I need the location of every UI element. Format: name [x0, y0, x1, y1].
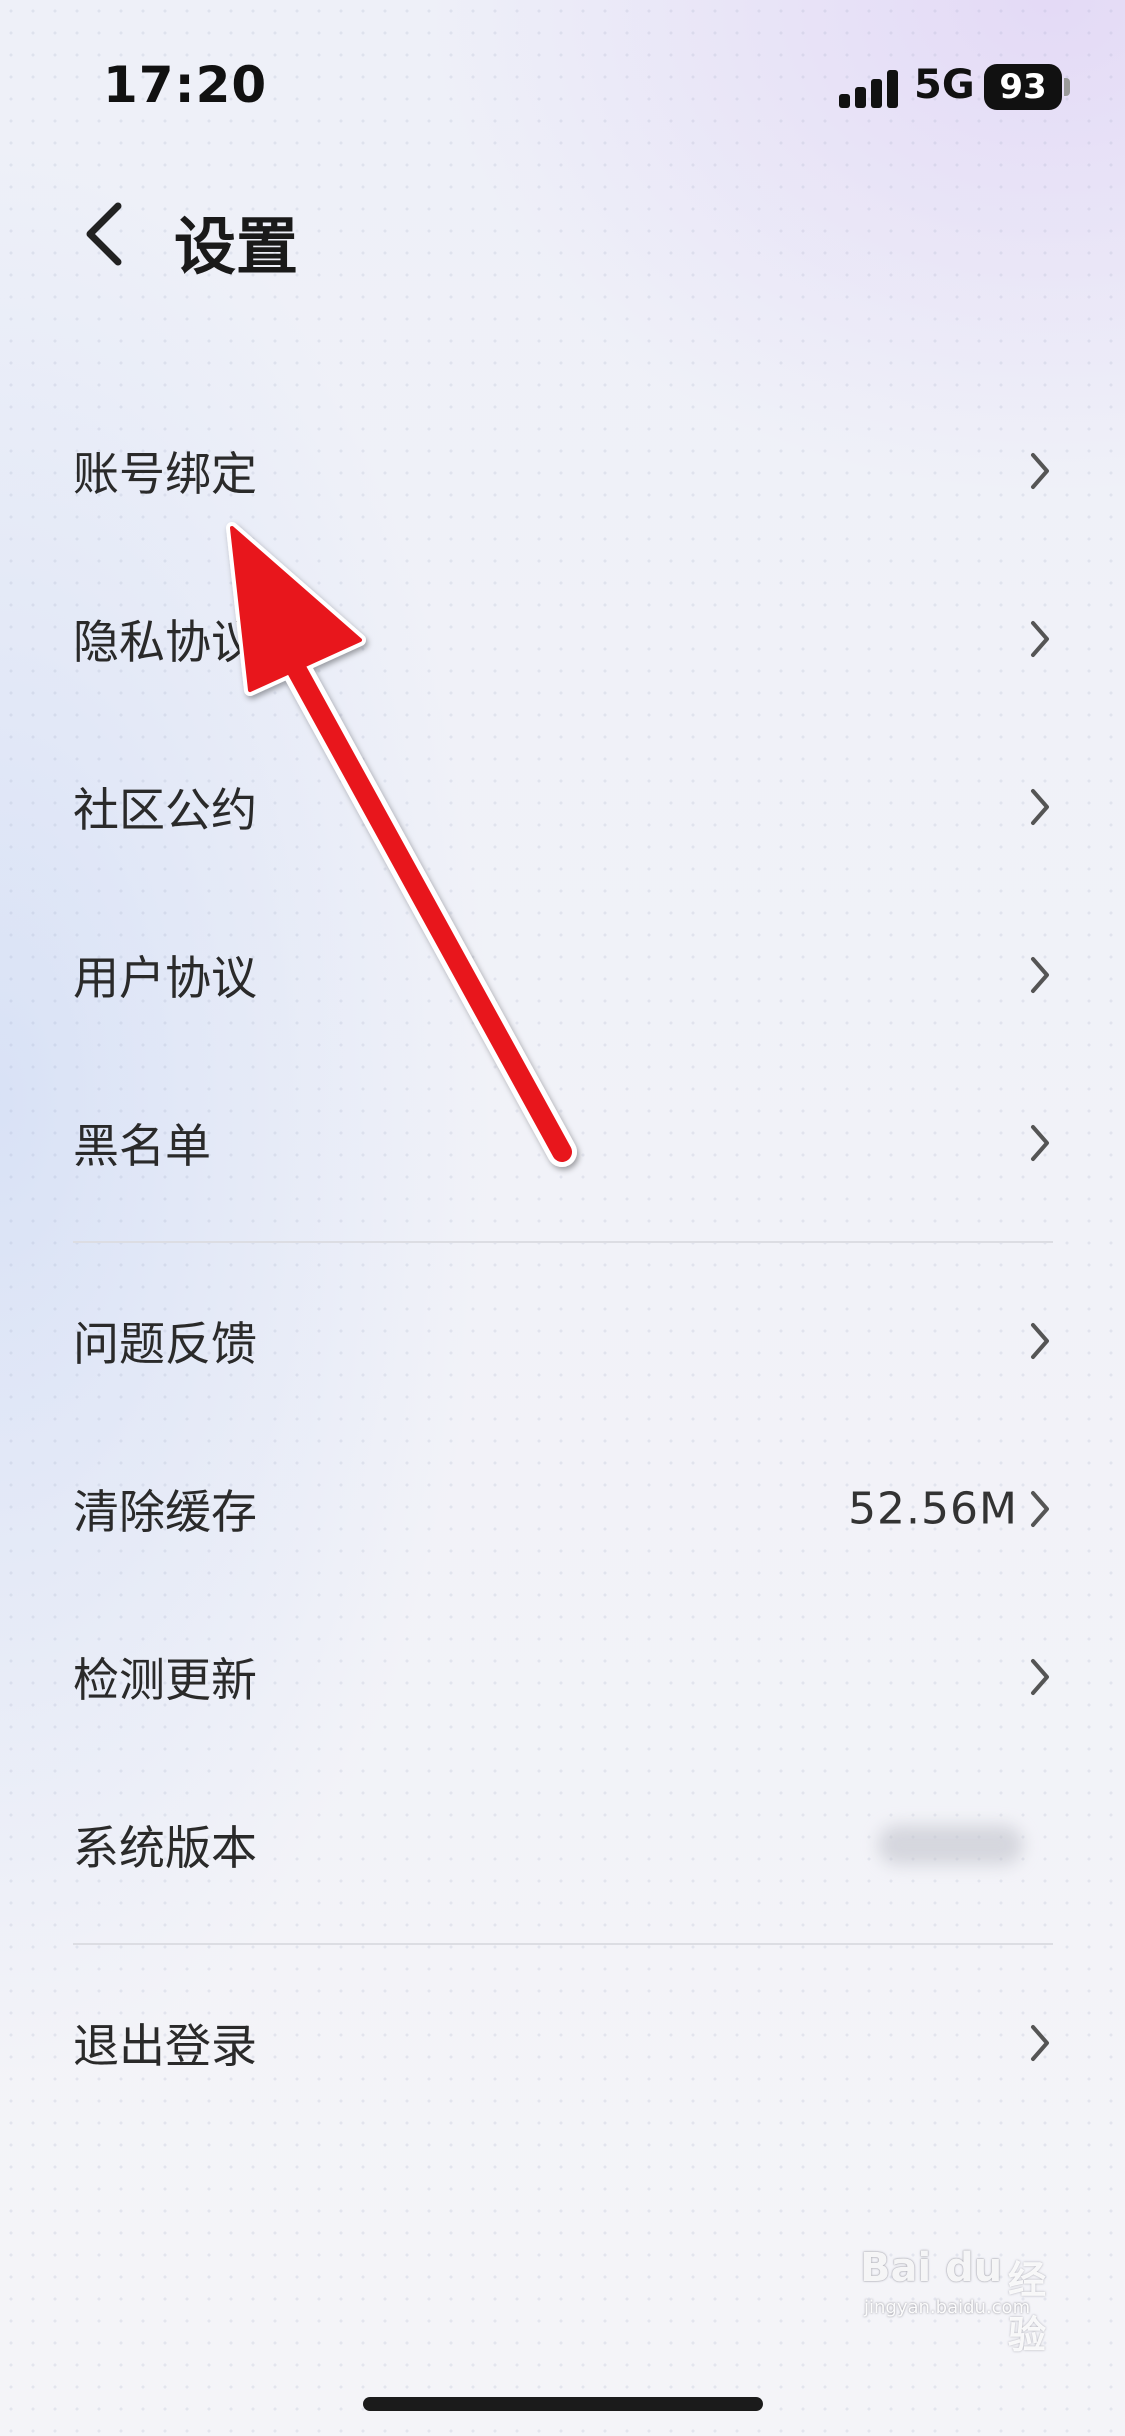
status-bar: 17:20 5G 93 — [0, 0, 1125, 180]
setting-privacy-policy[interactable]: 隐私协议 — [0, 564, 1125, 714]
setting-label: 清除缓存 — [73, 1485, 257, 1539]
section-divider — [73, 1241, 1053, 1243]
setting-user-agreement[interactable]: 用户协议 — [0, 900, 1125, 1050]
setting-clear-cache[interactable]: 清除缓存 52.56M — [0, 1434, 1125, 1584]
chevron-right-icon — [1031, 957, 1049, 993]
setting-label: 问题反馈 — [73, 1317, 257, 1371]
setting-label: 隐私协议 — [73, 615, 257, 669]
chevron-right-icon — [1031, 1323, 1049, 1359]
setting-label: 系统版本 — [73, 1821, 257, 1875]
setting-logout[interactable]: 退出登录 — [0, 1968, 1125, 2118]
chevron-right-icon — [1031, 789, 1049, 825]
back-button[interactable] — [78, 202, 138, 266]
setting-blacklist[interactable]: 黑名单 — [0, 1068, 1125, 1218]
setting-label: 黑名单 — [73, 1119, 211, 1173]
setting-account-binding[interactable]: 账号绑定 — [0, 396, 1125, 546]
chevron-right-icon — [1031, 1491, 1049, 1527]
section-divider — [73, 1943, 1053, 1945]
cellular-signal-icon — [839, 68, 899, 108]
setting-label: 社区公约 — [73, 783, 257, 837]
status-time: 17:20 — [103, 56, 268, 114]
setting-feedback[interactable]: 问题反馈 — [0, 1266, 1125, 1416]
home-indicator[interactable] — [363, 2397, 763, 2411]
chevron-left-icon — [86, 202, 122, 266]
chevron-right-icon — [1031, 1659, 1049, 1695]
battery-icon: 93 — [984, 64, 1062, 110]
version-value-blurred — [878, 1825, 1023, 1865]
chevron-right-icon — [1031, 1125, 1049, 1161]
setting-check-update[interactable]: 检测更新 — [0, 1602, 1125, 1752]
setting-label: 退出登录 — [73, 2019, 257, 2073]
chevron-right-icon — [1031, 621, 1049, 657]
setting-system-version: 系统版本 — [0, 1770, 1125, 1920]
watermark-brand: Bai du — [860, 2245, 1003, 2291]
setting-label: 用户协议 — [73, 951, 257, 1005]
watermark-url: jingyan.baidu.com — [864, 2297, 1031, 2318]
cache-size: 52.56M — [848, 1483, 1018, 1535]
battery-tip — [1064, 78, 1070, 96]
network-type: 5G — [914, 62, 975, 108]
baidu-jingyan-watermark: Bai du 经验 jingyan.baidu.com — [860, 2245, 1070, 2357]
page-title: 设置 — [174, 210, 299, 283]
setting-community-rules[interactable]: 社区公约 — [0, 732, 1125, 882]
chevron-right-icon — [1031, 453, 1049, 489]
setting-label: 账号绑定 — [73, 447, 257, 501]
chevron-right-icon — [1031, 2025, 1049, 2061]
setting-label: 检测更新 — [73, 1653, 257, 1707]
